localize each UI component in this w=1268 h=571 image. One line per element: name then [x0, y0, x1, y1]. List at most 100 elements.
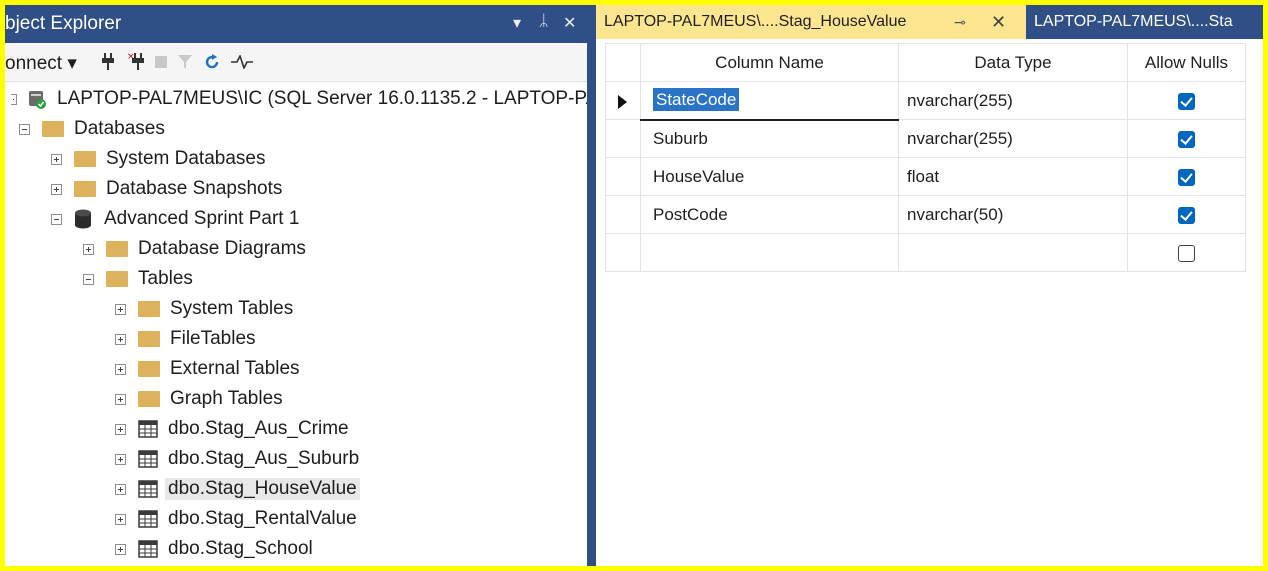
refresh-icon[interactable] — [203, 53, 221, 71]
connect-plug-icon[interactable] — [101, 53, 115, 71]
tree-node-database-snapshots[interactable]: Database Snapshots — [51, 175, 282, 203]
grid-header-row: Column Name Data Type Allow Nulls — [605, 43, 1246, 82]
tree-node-table-school[interactable]: dbo.Stag_School — [115, 535, 313, 563]
disconnect-icon[interactable]: × — [127, 51, 147, 71]
object-explorer-toolbar: onnect ▾ × — [5, 43, 587, 82]
table-row[interactable]: HouseValue float — [605, 157, 1246, 196]
column-name-cell[interactable]: HouseValue — [640, 157, 899, 196]
expand-icon[interactable] — [115, 453, 126, 465]
tree-node-filetables[interactable]: FileTables — [115, 325, 256, 353]
row-selector[interactable] — [605, 157, 641, 196]
collapse-icon[interactable] — [83, 273, 94, 285]
collapse-icon[interactable] — [19, 123, 30, 135]
tree-node-label: Database Diagrams — [138, 238, 306, 259]
expand-icon[interactable] — [115, 543, 126, 555]
column-name-cell[interactable]: PostCode — [640, 195, 899, 234]
expand-icon[interactable] — [51, 183, 62, 195]
tree-node-label: Advanced Sprint Part 1 — [104, 208, 300, 229]
tree-node-label: dbo.Stag_Aus_Crime — [168, 418, 349, 439]
stop-icon[interactable] — [155, 56, 167, 68]
tree-node-label: System Databases — [106, 148, 266, 169]
tree-node-table-aus-suburb[interactable]: dbo.Stag_Aus_Suburb — [115, 445, 359, 473]
table-row-new[interactable] — [605, 233, 1246, 272]
tree-node-label: dbo.Stag_Aus_Suburb — [168, 448, 360, 469]
table-row[interactable]: Suburb nvarchar(255) — [605, 119, 1246, 158]
tree-node-system-tables[interactable]: System Tables — [115, 295, 293, 323]
column-name-value[interactable]: StateCode — [653, 88, 740, 112]
filter-icon[interactable] — [177, 54, 193, 70]
close-icon[interactable]: ✕ — [563, 13, 576, 33]
column-name-cell[interactable]: StateCode — [640, 81, 899, 121]
allow-nulls-checkbox[interactable] — [1178, 92, 1195, 110]
tree-node-label: Databases — [74, 118, 165, 139]
allow-nulls-cell[interactable] — [1127, 233, 1246, 272]
expand-icon[interactable] — [115, 393, 126, 405]
panel-splitter[interactable] — [587, 5, 596, 566]
tree-node-label: Graph Tables — [170, 388, 283, 409]
tab-pin-icon[interactable]: ⊸ — [954, 5, 966, 39]
column-name-header: Column Name — [640, 43, 899, 82]
tab-second-document[interactable]: LAPTOP-PAL7MEUS\....Sta — [1026, 5, 1263, 39]
tree-node-advanced-sprint[interactable]: Advanced Sprint Part 1 — [51, 205, 299, 233]
folder-icon — [74, 181, 96, 197]
collapse-icon[interactable] — [51, 213, 62, 225]
allow-nulls-cell[interactable] — [1127, 119, 1246, 158]
allow-nulls-cell[interactable] — [1127, 195, 1246, 234]
data-type-cell[interactable]: nvarchar(255) — [898, 119, 1128, 158]
tree-node-label: External Tables — [170, 358, 300, 379]
expand-icon[interactable] — [115, 363, 126, 375]
expand-icon[interactable] — [115, 333, 126, 345]
allow-nulls-checkbox[interactable] — [1178, 168, 1195, 186]
tab-stag-housevalue[interactable]: LAPTOP-PAL7MEUS\....Stag_HouseValue ⊸ ✕ — [596, 5, 1026, 39]
table-row[interactable]: StateCode nvarchar(255) — [605, 81, 1246, 121]
expand-icon[interactable] — [115, 513, 126, 525]
allow-nulls-cell[interactable] — [1127, 81, 1246, 120]
column-name-cell[interactable] — [640, 233, 899, 272]
data-type-cell[interactable]: nvarchar(50) — [898, 195, 1128, 234]
panel-menu-icon[interactable]: ▾ — [513, 13, 521, 33]
table-icon — [138, 510, 158, 528]
activity-monitor-icon[interactable] — [231, 55, 253, 69]
allow-nulls-cell[interactable] — [1127, 157, 1246, 196]
object-explorer-tree: LAPTOP-PAL7MEUS\IC (SQL Server 16.0.1135… — [5, 81, 587, 566]
row-selector[interactable] — [605, 195, 641, 234]
expand-icon[interactable] — [115, 303, 126, 315]
document-tab-bar: LAPTOP-PAL7MEUS\....Stag_HouseValue ⊸ ✕ … — [596, 5, 1263, 39]
tab-close-icon[interactable]: ✕ — [991, 5, 1006, 39]
allow-nulls-checkbox[interactable] — [1178, 130, 1195, 148]
tree-node-table-housevalue[interactable]: dbo.Stag_HouseValue — [115, 475, 360, 503]
folder-icon — [138, 331, 160, 347]
tree-node-system-databases[interactable]: System Databases — [51, 145, 265, 173]
allow-nulls-header: Allow Nulls — [1127, 43, 1246, 82]
tree-node-tables[interactable]: Tables — [83, 265, 193, 293]
connect-button[interactable]: onnect ▾ — [5, 52, 77, 75]
row-selector[interactable] — [605, 81, 641, 120]
tree-node-server[interactable]: LAPTOP-PAL7MEUS\IC (SQL Server 16.0.1135… — [11, 85, 587, 113]
allow-nulls-checkbox[interactable] — [1178, 244, 1195, 262]
expand-icon[interactable] — [83, 243, 94, 255]
tree-node-table-rentalvalue[interactable]: dbo.Stag_RentalValue — [115, 505, 357, 533]
tree-node-label: dbo.Stag_RentalValue — [168, 508, 357, 529]
folder-icon — [106, 271, 128, 287]
row-selector[interactable] — [605, 119, 641, 158]
tree-node-external-tables[interactable]: External Tables — [115, 355, 300, 383]
row-selector[interactable] — [605, 233, 641, 272]
tree-node-graph-tables[interactable]: Graph Tables — [115, 385, 283, 413]
allow-nulls-checkbox[interactable] — [1178, 206, 1195, 224]
column-name-cell[interactable]: Suburb — [640, 119, 899, 158]
expand-icon[interactable] — [115, 483, 126, 495]
data-type-cell[interactable]: float — [898, 157, 1128, 196]
data-type-cell[interactable] — [898, 233, 1128, 272]
data-type-cell[interactable]: nvarchar(255) — [898, 81, 1128, 120]
pin-icon[interactable]: ᛦ — [539, 13, 549, 31]
tree-node-table-aus-crime[interactable]: dbo.Stag_Aus_Crime — [115, 415, 349, 443]
table-row[interactable]: PostCode nvarchar(50) — [605, 195, 1246, 234]
tree-node-databases[interactable]: Databases — [19, 115, 165, 143]
table-icon — [138, 540, 158, 558]
collapse-icon[interactable] — [11, 93, 17, 105]
expand-icon[interactable] — [51, 153, 62, 165]
tree-node-database-diagrams[interactable]: Database Diagrams — [83, 235, 306, 263]
tree-node-label: dbo.Stag_School — [168, 538, 313, 559]
expand-icon[interactable] — [115, 423, 126, 435]
column-definition-grid: Column Name Data Type Allow Nulls StateC… — [605, 43, 1246, 272]
